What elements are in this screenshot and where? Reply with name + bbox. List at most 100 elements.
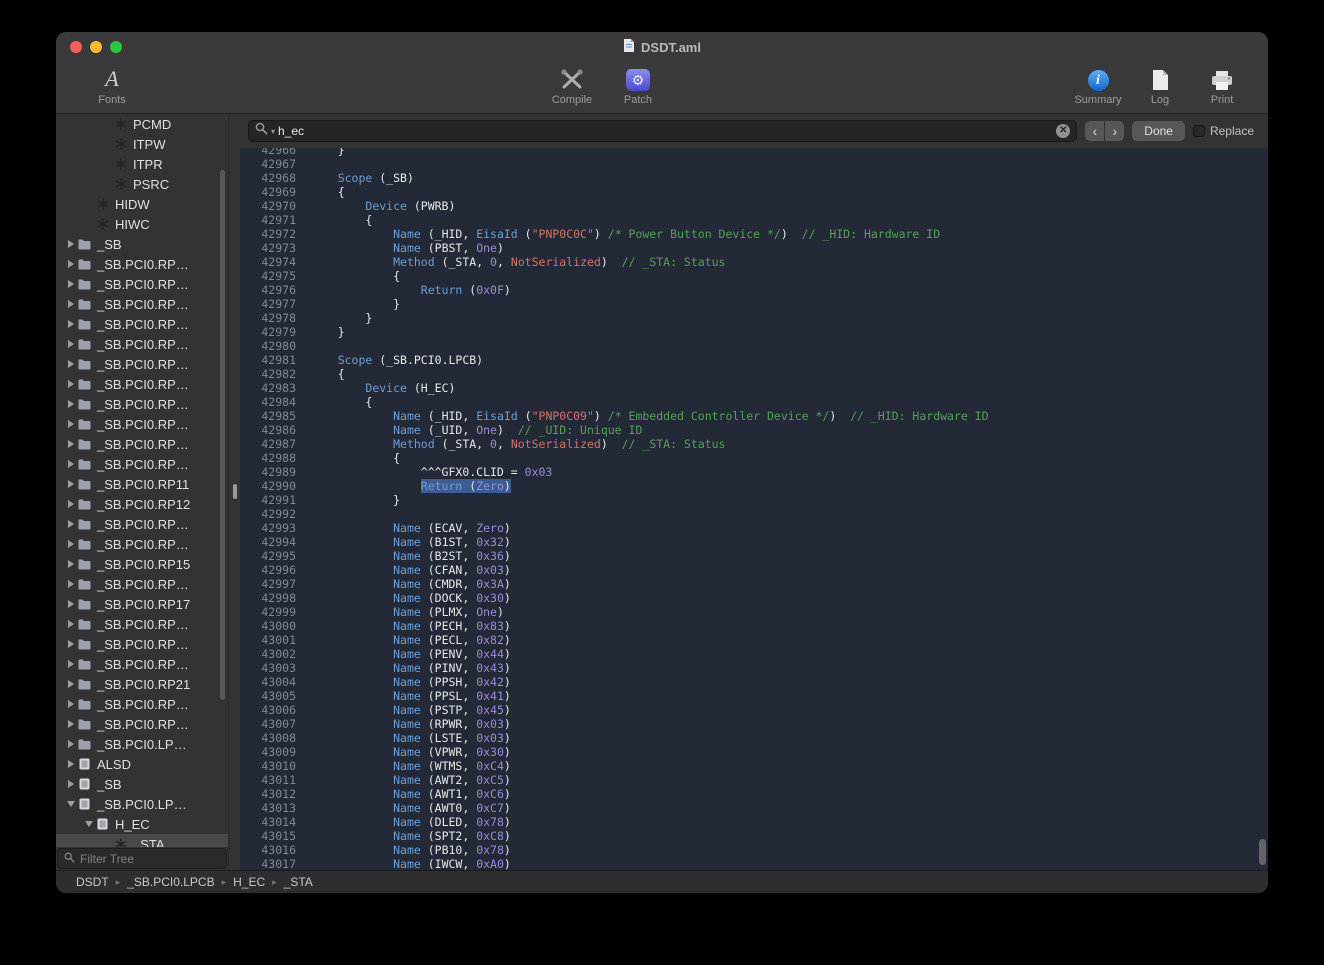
code-line[interactable]: 43015 Name (SPT2, 0xC8) (240, 829, 1268, 843)
code-line[interactable]: 42990 Return (Zero) (240, 479, 1268, 493)
code-line[interactable]: 42998 Name (DOCK, 0x30) (240, 591, 1268, 605)
disclosure-triangle-icon[interactable] (64, 440, 77, 448)
breadcrumb-item[interactable]: _STA (284, 875, 313, 889)
code-line[interactable]: 42995 Name (B2ST, 0x36) (240, 549, 1268, 563)
code-line[interactable]: 42986 Name (_UID, One) // _UID: Unique I… (240, 423, 1268, 437)
code-line[interactable]: 42991 } (240, 493, 1268, 507)
code-line[interactable]: 42987 Method (_STA, 0, NotSerialized) //… (240, 437, 1268, 451)
tree-item-psrc[interactable]: PSRC (56, 174, 228, 194)
code-line[interactable]: 42989 ^^^GFX0.CLID = 0x03 (240, 465, 1268, 479)
breadcrumb-item[interactable]: _SB.PCI0.LPCB (127, 875, 214, 889)
disclosure-triangle-icon[interactable] (64, 760, 77, 768)
code-line[interactable]: 42988 { (240, 451, 1268, 465)
tree-item-_sbpci0rp17[interactable]: _SB.PCI0.RP17 (56, 594, 228, 614)
clear-search-icon[interactable]: ✕ (1056, 124, 1070, 138)
print-button[interactable]: Print (1194, 65, 1250, 106)
log-button[interactable]: Log (1132, 65, 1188, 106)
filter-tree-field[interactable]: Filter Tree (57, 848, 227, 869)
summary-button[interactable]: i Summary (1070, 65, 1126, 106)
disclosure-triangle-icon[interactable] (64, 720, 77, 728)
tree-item-_sb[interactable]: _SB (56, 234, 228, 254)
tree-item-_sbpci0rp[interactable]: _SB.PCI0.RP… (56, 354, 228, 374)
title-bar[interactable]: DSDT.aml (56, 32, 1268, 62)
find-next-button[interactable]: › (1105, 121, 1124, 141)
search-input[interactable]: h_ec (278, 124, 1053, 138)
tree-item-_sbpci0rp[interactable]: _SB.PCI0.RP… (56, 614, 228, 634)
code-line[interactable]: 42975 { (240, 269, 1268, 283)
tree-item-_sbpci0lp[interactable]: _SB.PCI0.LP… (56, 794, 228, 814)
code-line[interactable]: 42985 Name (_HID, EisaId ("PNP0C09") /* … (240, 409, 1268, 423)
tree-item-h_ec[interactable]: H_EC (56, 814, 228, 834)
disclosure-triangle-icon[interactable] (82, 821, 95, 827)
tree-item-_sbpci0rp[interactable]: _SB.PCI0.RP… (56, 274, 228, 294)
breadcrumb-item[interactable]: H_EC (233, 875, 265, 889)
done-button[interactable]: Done (1132, 121, 1185, 141)
code-line[interactable]: 42981 Scope (_SB.PCI0.LPCB) (240, 353, 1268, 367)
code-line[interactable]: 42973 Name (PBST, One) (240, 241, 1268, 255)
code-line[interactable]: 43004 Name (PPSH, 0x42) (240, 675, 1268, 689)
tree-item-_sbpci0rp[interactable]: _SB.PCI0.RP… (56, 534, 228, 554)
disclosure-triangle-icon[interactable] (64, 520, 77, 528)
disclosure-triangle-icon[interactable] (64, 580, 77, 588)
code-line[interactable]: 42972 Name (_HID, EisaId ("PNP0C0C") /* … (240, 227, 1268, 241)
tree-item-itpw[interactable]: ITPW (56, 134, 228, 154)
tree-item-_sbpci0rp[interactable]: _SB.PCI0.RP… (56, 314, 228, 334)
tree-item-_sbpci0rp[interactable]: _SB.PCI0.RP… (56, 634, 228, 654)
code-line[interactable]: 43002 Name (PENV, 0x44) (240, 647, 1268, 661)
disclosure-triangle-icon[interactable] (64, 360, 77, 368)
disclosure-triangle-icon[interactable] (64, 560, 77, 568)
code-line[interactable]: 42996 Name (CFAN, 0x03) (240, 563, 1268, 577)
tree-item-_sb[interactable]: _SB (56, 774, 228, 794)
code-line[interactable]: 42968 Scope (_SB) (240, 171, 1268, 185)
code-line[interactable]: 42977 } (240, 297, 1268, 311)
disclosure-triangle-icon[interactable] (64, 380, 77, 388)
code-line[interactable]: 42994 Name (B1ST, 0x32) (240, 535, 1268, 549)
tree-item-_sbpci0lp[interactable]: _SB.PCI0.LP… (56, 734, 228, 754)
split-divider[interactable] (228, 114, 240, 870)
tree-item-_sbpci0rp[interactable]: _SB.PCI0.RP… (56, 514, 228, 534)
editor-scrollbar[interactable] (1259, 839, 1266, 865)
code-line[interactable]: 42971 { (240, 213, 1268, 227)
tree-item-_sbpci0rp[interactable]: _SB.PCI0.RP… (56, 454, 228, 474)
code-line[interactable]: 42980 (240, 339, 1268, 353)
code-line[interactable]: 43003 Name (PINV, 0x43) (240, 661, 1268, 675)
code-line[interactable]: 43010 Name (WTMS, 0xC4) (240, 759, 1268, 773)
tree-item-_sbpci0rp[interactable]: _SB.PCI0.RP… (56, 574, 228, 594)
disclosure-triangle-icon[interactable] (64, 620, 77, 628)
code-line[interactable]: 43013 Name (AWT0, 0xC7) (240, 801, 1268, 815)
tree-item-_sta[interactable]: _STA (56, 834, 228, 847)
replace-checkbox[interactable] (1193, 125, 1205, 137)
code-line[interactable]: 42982 { (240, 367, 1268, 381)
code-line[interactable]: 42999 Name (PLMX, One) (240, 605, 1268, 619)
code-line[interactable]: 42978 } (240, 311, 1268, 325)
patch-button[interactable]: ⚙ Patch (610, 65, 666, 106)
code-line[interactable]: 43016 Name (PB10, 0x78) (240, 843, 1268, 857)
disclosure-triangle-icon[interactable] (64, 540, 77, 548)
code-line[interactable]: 42979 } (240, 325, 1268, 339)
code-line[interactable]: 42966 } (240, 148, 1268, 157)
disclosure-triangle-icon[interactable] (64, 320, 77, 328)
code-line[interactable]: 42993 Name (ECAV, Zero) (240, 521, 1268, 535)
code-line[interactable]: 42970 Device (PWRB) (240, 199, 1268, 213)
code-editor[interactable]: 42966 }4296742968 Scope (_SB)42969 {4297… (240, 148, 1268, 870)
tree-item-_sbpci0rp[interactable]: _SB.PCI0.RP… (56, 414, 228, 434)
disclosure-triangle-icon[interactable] (64, 340, 77, 348)
tree-item-itpr[interactable]: ITPR (56, 154, 228, 174)
compile-button[interactable]: Compile (544, 65, 600, 106)
code-line[interactable]: 43014 Name (DLED, 0x78) (240, 815, 1268, 829)
code-line[interactable]: 42992 (240, 507, 1268, 521)
tree-item-_sbpci0rp12[interactable]: _SB.PCI0.RP12 (56, 494, 228, 514)
code-line[interactable]: 42969 { (240, 185, 1268, 199)
disclosure-triangle-icon[interactable] (64, 680, 77, 688)
code-line[interactable]: 43000 Name (PECH, 0x83) (240, 619, 1268, 633)
code-line[interactable]: 43011 Name (AWT2, 0xC5) (240, 773, 1268, 787)
tree-item-_sbpci0rp[interactable]: _SB.PCI0.RP… (56, 434, 228, 454)
tree-item-_sbpci0rp[interactable]: _SB.PCI0.RP… (56, 294, 228, 314)
close-window-button[interactable] (70, 41, 82, 53)
disclosure-triangle-icon[interactable] (64, 480, 77, 488)
code-line[interactable]: 43008 Name (LSTE, 0x03) (240, 731, 1268, 745)
tree-item-pcmd[interactable]: PCMD (56, 114, 228, 134)
disclosure-triangle-icon[interactable] (64, 500, 77, 508)
code-line[interactable]: 43001 Name (PECL, 0x82) (240, 633, 1268, 647)
tree-item-_sbpci0rp[interactable]: _SB.PCI0.RP… (56, 254, 228, 274)
